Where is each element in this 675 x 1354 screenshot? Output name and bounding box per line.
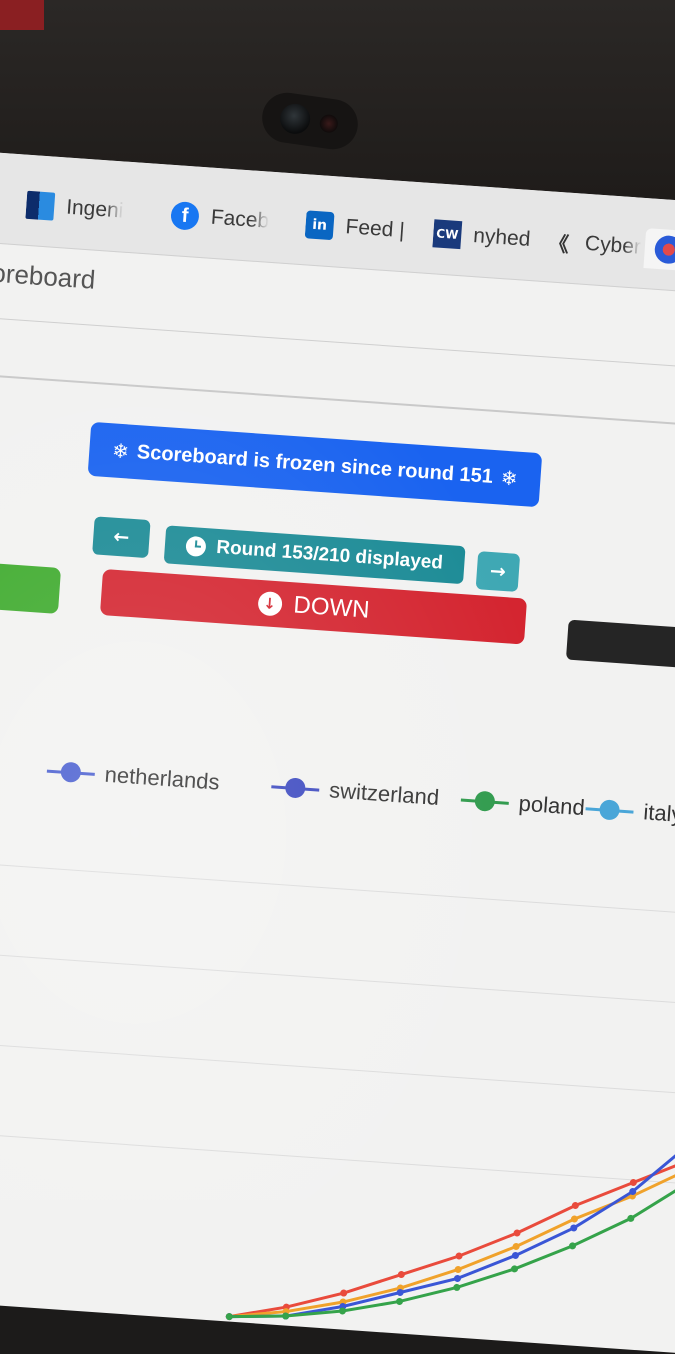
data-point (395, 1297, 403, 1305)
data-point (453, 1283, 461, 1291)
legend-label: italy (642, 799, 675, 827)
data-point (397, 1271, 405, 1279)
next-round-button[interactable]: → (475, 551, 521, 592)
bookmark-scoreboard[interactable]: Sc (643, 228, 675, 275)
arrow-right-icon: → (489, 560, 507, 584)
previous-round-button[interactable]: ← (92, 516, 151, 559)
cyber-icon: 《 (548, 230, 570, 257)
data-point (225, 1313, 233, 1321)
legend-item-poland[interactable]: poland (460, 787, 586, 822)
bookmark-computerworld[interactable]: CW nyhed (432, 213, 535, 260)
series-line (229, 1180, 675, 1319)
scoreboard-favicon-icon (653, 234, 675, 265)
bookmark-label: Cyber (584, 231, 642, 259)
webcam-sensor (318, 113, 339, 134)
snowflake-icon: ❄ (111, 438, 130, 464)
bookmark-cyber[interactable]: 《 Cyber (544, 221, 647, 268)
webcam (258, 89, 362, 153)
frozen-status-banner: ❄ Scoreboard is frozen since round 151 ❄ (87, 421, 543, 508)
ingenio-logo-icon (25, 190, 56, 221)
legend-item-italy[interactable]: italy (585, 795, 675, 828)
dark-button[interactable] (565, 619, 675, 668)
legend-swatch (271, 774, 321, 801)
legend-label: netherlands (103, 761, 221, 795)
bookmark-label: Feed | (344, 215, 406, 243)
snowflake-icon: ❄ (500, 465, 519, 491)
bookmark-label: Ingeni (65, 195, 125, 223)
legend-swatch (585, 796, 635, 823)
page-title: oreboard (0, 257, 97, 295)
bookmark-facebook[interactable]: f Faceb (170, 195, 283, 243)
up-button[interactable] (0, 560, 62, 614)
frozen-status-text: Scoreboard is frozen since round 151 (136, 440, 494, 488)
down-button-label: DOWN (292, 591, 371, 624)
legend-label: switzerland (328, 777, 440, 810)
divider (0, 314, 675, 373)
bookmark-label: nyhed (472, 224, 532, 251)
browser-screen: Ingeni f Faceb in Feed | CW nyhed 《 Cybe… (0, 150, 675, 1354)
linkedin-icon: in (304, 210, 335, 241)
round-display-text: Round 153/210 displayed (215, 536, 444, 574)
facebook-icon: f (170, 200, 200, 231)
legend-item-switzerland[interactable]: switzerland (270, 773, 440, 811)
round-display: Round 153/210 displayed (163, 525, 466, 585)
webcam-lens (278, 101, 313, 136)
arrow-left-icon: ← (112, 525, 131, 549)
bookmark-label: Faceb (210, 205, 270, 233)
arrow-down-circle-icon: ↓ (256, 590, 283, 617)
chart-plot-area (225, 1140, 675, 1321)
bookmark-ingenio[interactable]: Ingeni (25, 185, 138, 233)
legend-swatch (46, 759, 96, 786)
legend-item-netherlands[interactable]: netherlands (46, 758, 220, 796)
score-line-chart (0, 800, 675, 1354)
legend-swatch (460, 788, 510, 815)
data-point (340, 1289, 348, 1297)
clock-icon (185, 535, 208, 558)
legend-label: poland (517, 790, 586, 821)
bookmark-linkedin[interactable]: in Feed | (304, 204, 412, 251)
down-button[interactable]: ↓ DOWN (99, 569, 528, 645)
computerworld-icon: CW (432, 219, 463, 250)
background-red-object (0, 0, 44, 30)
